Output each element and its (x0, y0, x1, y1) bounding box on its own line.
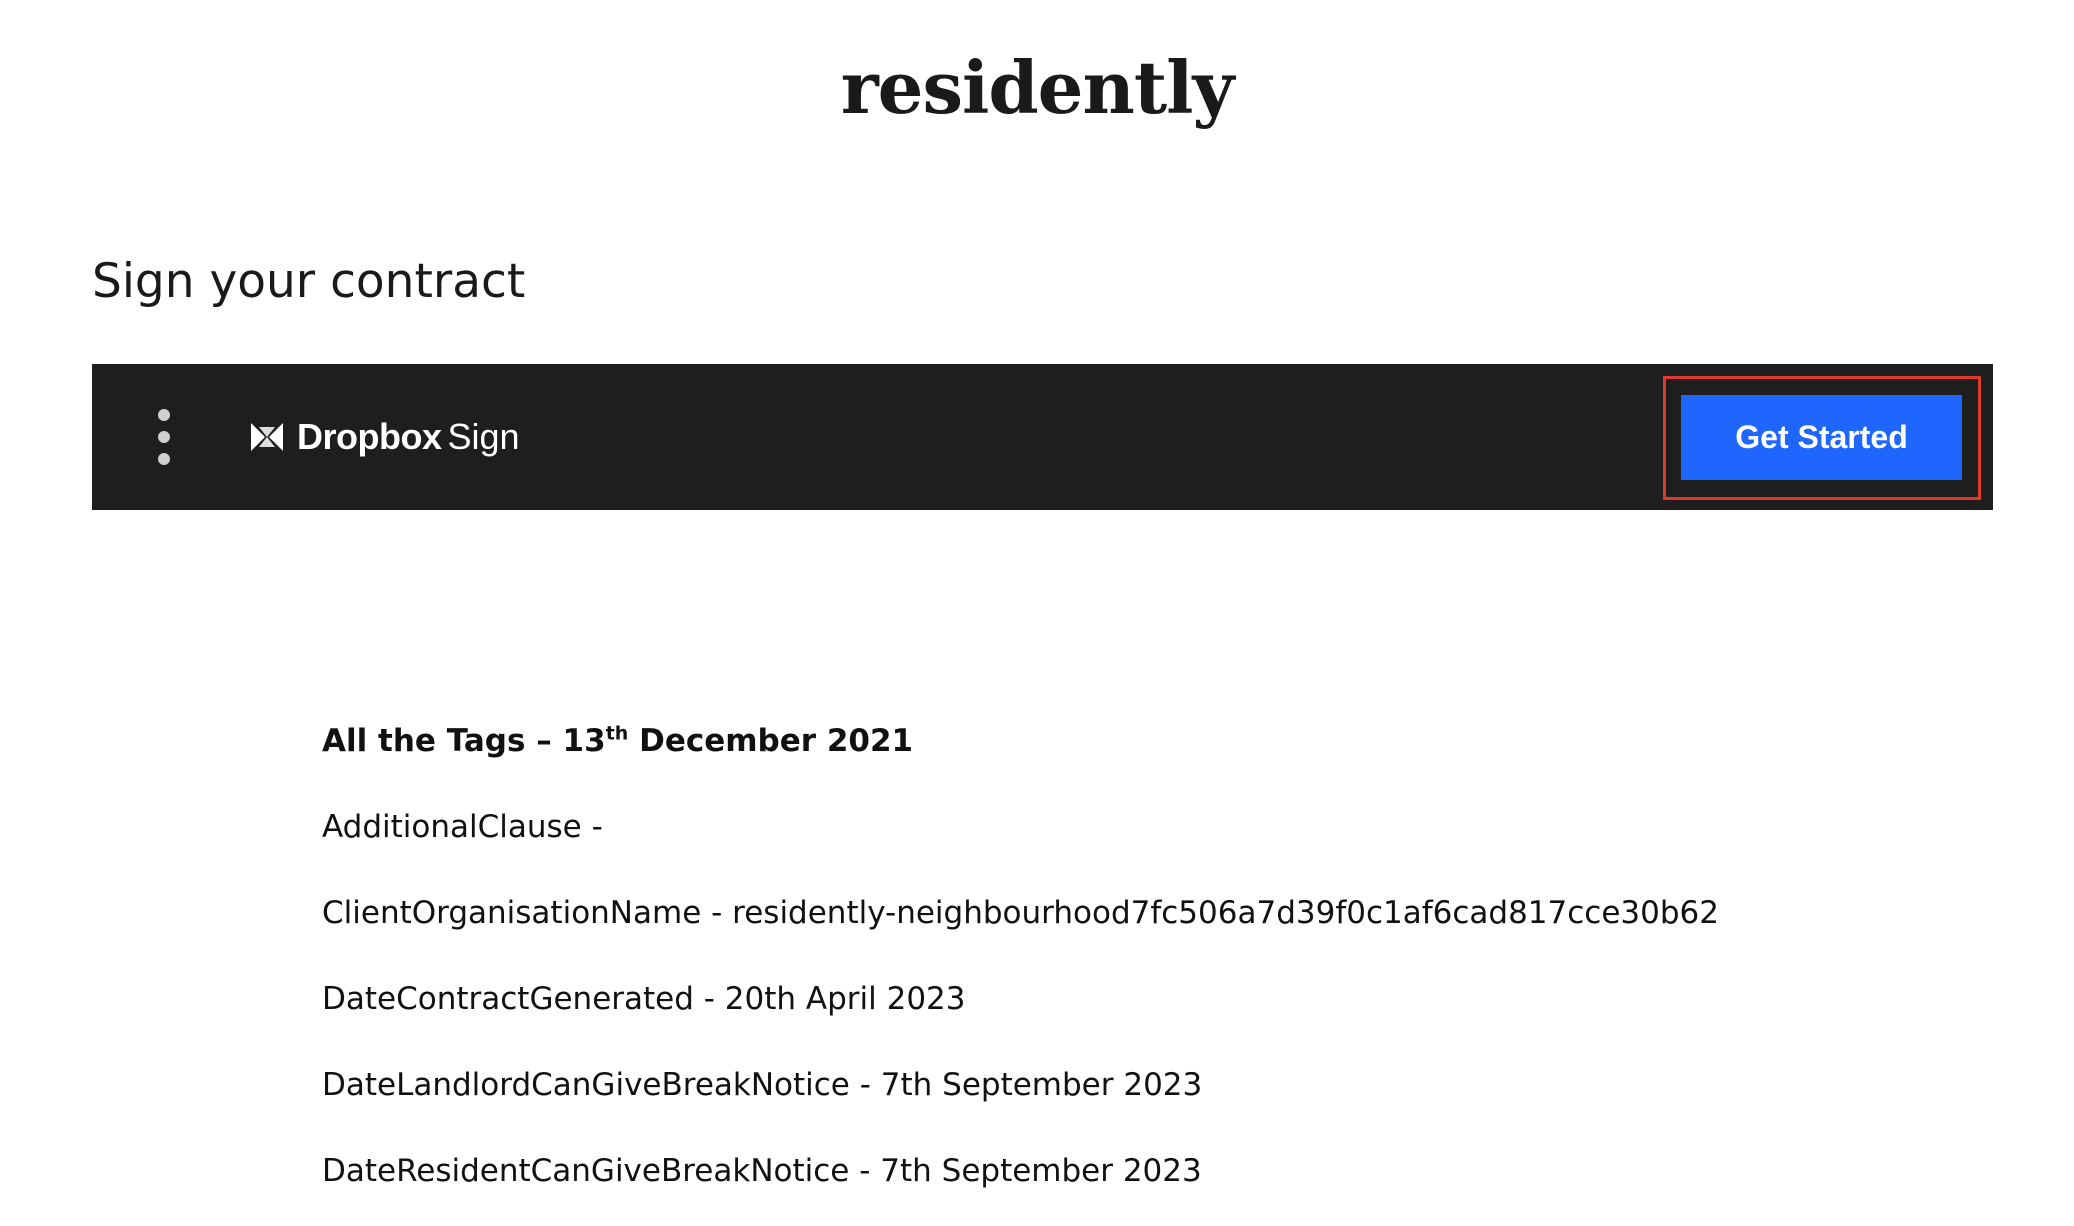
heading-prefix: All the Tags – 13 (322, 723, 606, 759)
residently-logo: residently (840, 45, 1235, 130)
brand-name: Dropbox (297, 416, 442, 457)
kebab-menu-icon[interactable] (152, 409, 176, 465)
heading-ordinal: th (605, 722, 629, 745)
get-started-button[interactable]: Get Started (1681, 395, 1962, 480)
dropbox-sign-toolbar: Dropbox Sign Get Started (92, 364, 1993, 510)
tag-line-resident-break-notice: DateResidentCanGiveBreakNotice - 7th Sep… (322, 1153, 1202, 1189)
brand-suffix: Sign (447, 416, 520, 457)
contract-document: All the Tags – 13th December 2021 Additi… (322, 720, 1822, 1192)
tag-line-client-organisation-name: ClientOrganisationName - residently-neig… (322, 895, 1719, 931)
tag-line-additional-clause: AdditionalClause - (322, 809, 603, 845)
page-title: Sign your contract (92, 254, 526, 309)
document-heading: All the Tags – 13th December 2021 (322, 720, 1822, 762)
tag-line-landlord-break-notice: DateLandlordCanGiveBreakNotice - 7th Sep… (322, 1067, 1203, 1103)
tag-line-date-contract-generated: DateContractGenerated - 20th April 2023 (322, 981, 966, 1017)
dropbox-sign-brand: Dropbox Sign (247, 414, 520, 460)
heading-suffix: December 2021 (628, 723, 914, 759)
dropbox-logo-icon (251, 423, 283, 451)
